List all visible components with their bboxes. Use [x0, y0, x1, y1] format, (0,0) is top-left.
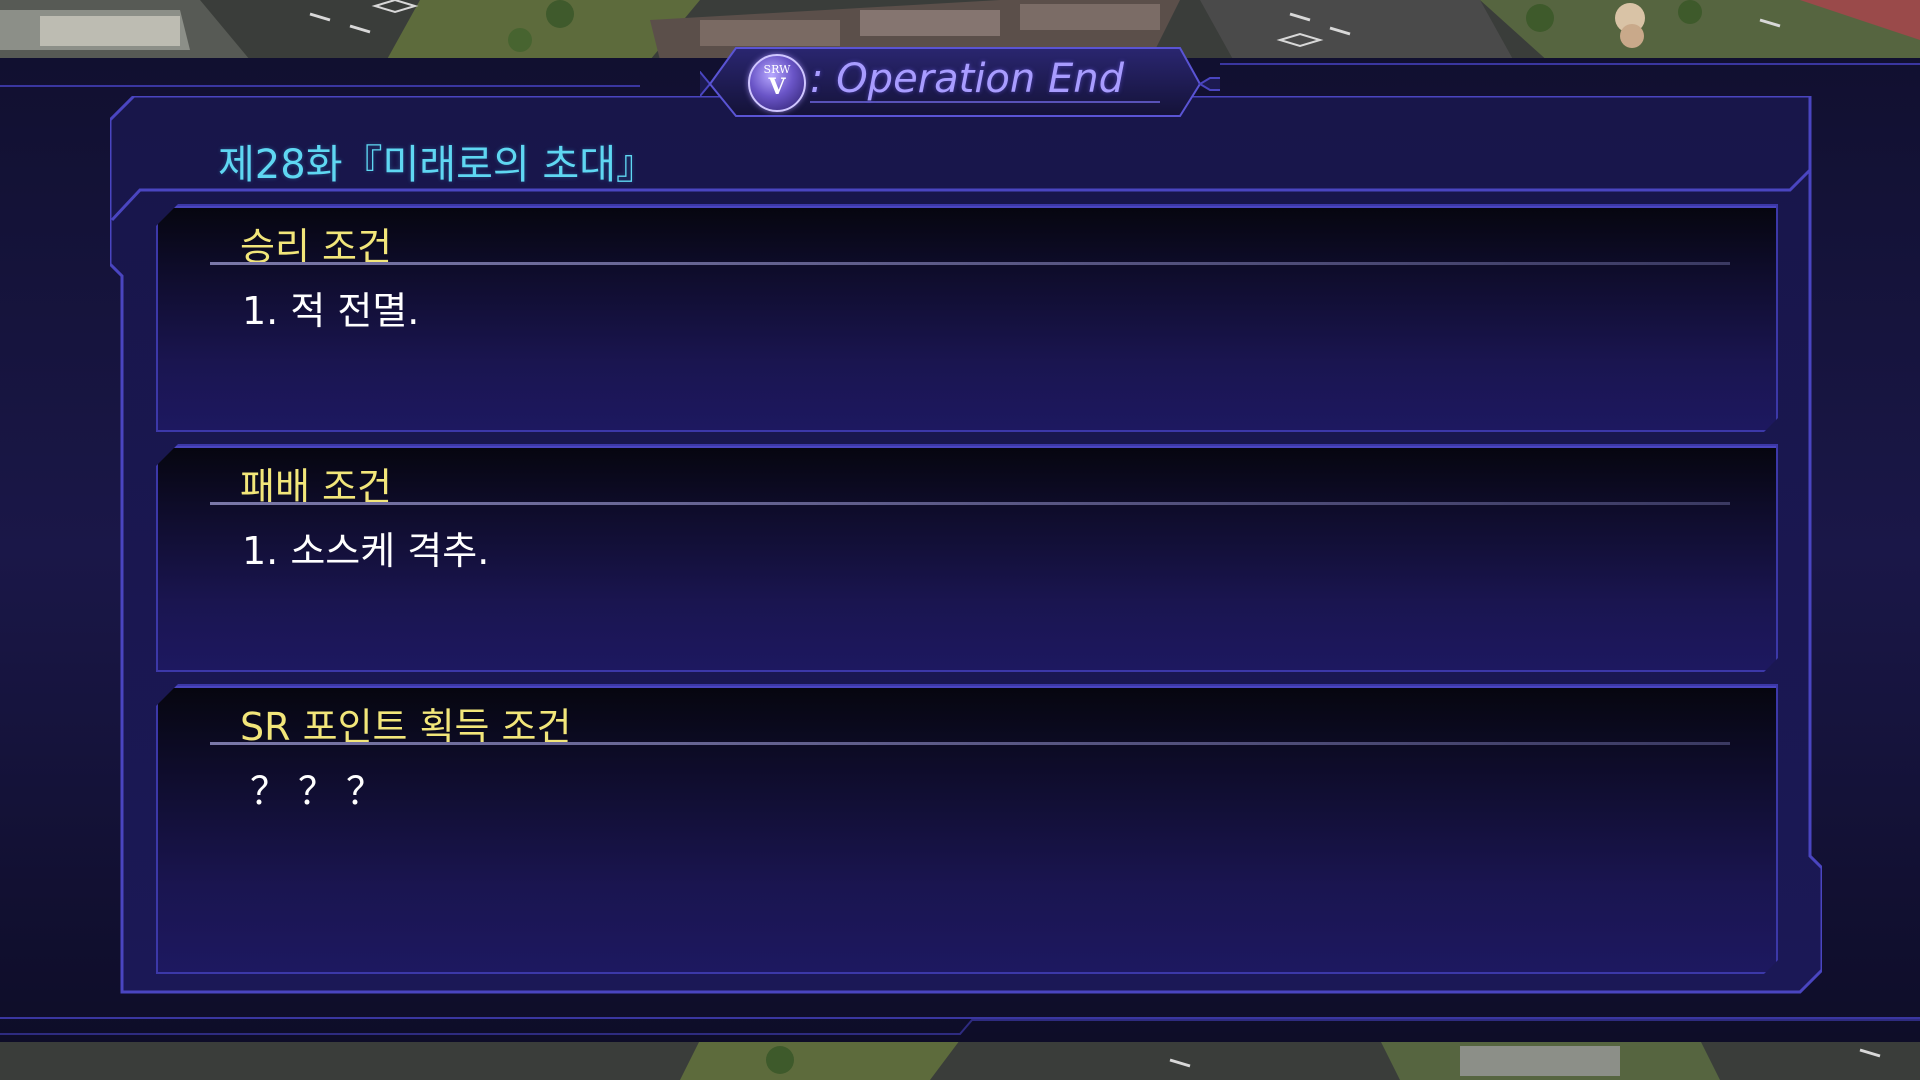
srw-v-logo: SRW V — [748, 54, 806, 112]
divider — [210, 742, 1730, 745]
victory-condition-item: 1. 적 전멸. — [242, 289, 420, 333]
operation-title: : Operation End — [810, 56, 1124, 102]
chapter-title: 제28화『미래로의 초대』 — [218, 142, 657, 188]
operation-end-screen: 제28화『미래로의 초대』 승리 조건 1. 적 전멸. 패배 조건 1. 소스… — [0, 0, 1920, 1080]
victory-conditions-panel: 승리 조건 1. 적 전멸. — [156, 204, 1778, 432]
sr-point-conditions-panel: SR 포인트 획득 조건 ？？？ — [156, 684, 1778, 974]
divider — [210, 502, 1730, 505]
mission-conditions-window: 제28화『미래로의 초대』 승리 조건 1. 적 전멸. 패배 조건 1. 소스… — [110, 96, 1822, 996]
map-background-bottom — [0, 1040, 1920, 1080]
defeat-conditions-panel: 패배 조건 1. 소스케 격추. — [156, 444, 1778, 672]
sr-point-condition-item: ？？？ — [250, 769, 395, 813]
divider — [210, 262, 1730, 265]
defeat-condition-item: 1. 소스케 격추. — [242, 529, 490, 573]
operation-header: SRW V : Operation End — [700, 42, 1220, 120]
logo-text-main: V — [768, 74, 786, 100]
